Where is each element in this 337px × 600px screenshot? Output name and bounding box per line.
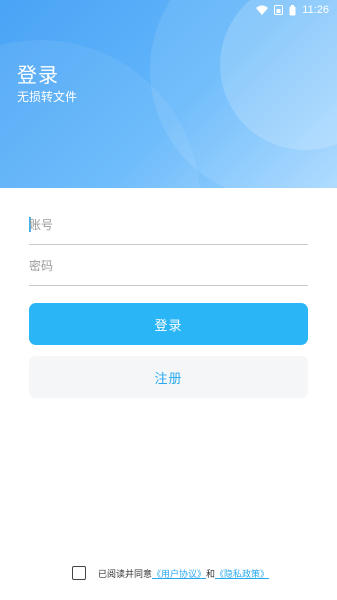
battery-icon (289, 4, 296, 16)
agreement-checkbox[interactable] (72, 566, 86, 580)
agreement-prefix: 已阅读并同意 (98, 569, 153, 580)
privacy-policy-link[interactable]: 《隐私政策》 (215, 567, 269, 580)
account-input[interactable] (29, 212, 308, 238)
account-field[interactable] (29, 205, 308, 245)
password-input[interactable] (29, 253, 308, 279)
sim-icon (274, 5, 284, 15)
password-field[interactable] (29, 246, 308, 286)
status-time: 11:26 (302, 4, 329, 16)
status-bar: 11:26 (0, 0, 337, 20)
user-agreement-link[interactable]: 《用户协议》 (152, 567, 206, 580)
page-title: 登录 (17, 63, 59, 87)
login-button[interactable]: 登录 (29, 303, 308, 345)
agreement-row: 已阅读并同意 《用户协议》 和 《隐私政策》 (72, 565, 269, 581)
wifi-icon (256, 5, 269, 15)
page-subtitle: 无损转文件 (17, 90, 78, 104)
agreement-and: 和 (206, 569, 216, 580)
register-button[interactable]: 注册 (29, 356, 308, 398)
login-header: 11:26 登录 无损转文件 (0, 0, 337, 188)
